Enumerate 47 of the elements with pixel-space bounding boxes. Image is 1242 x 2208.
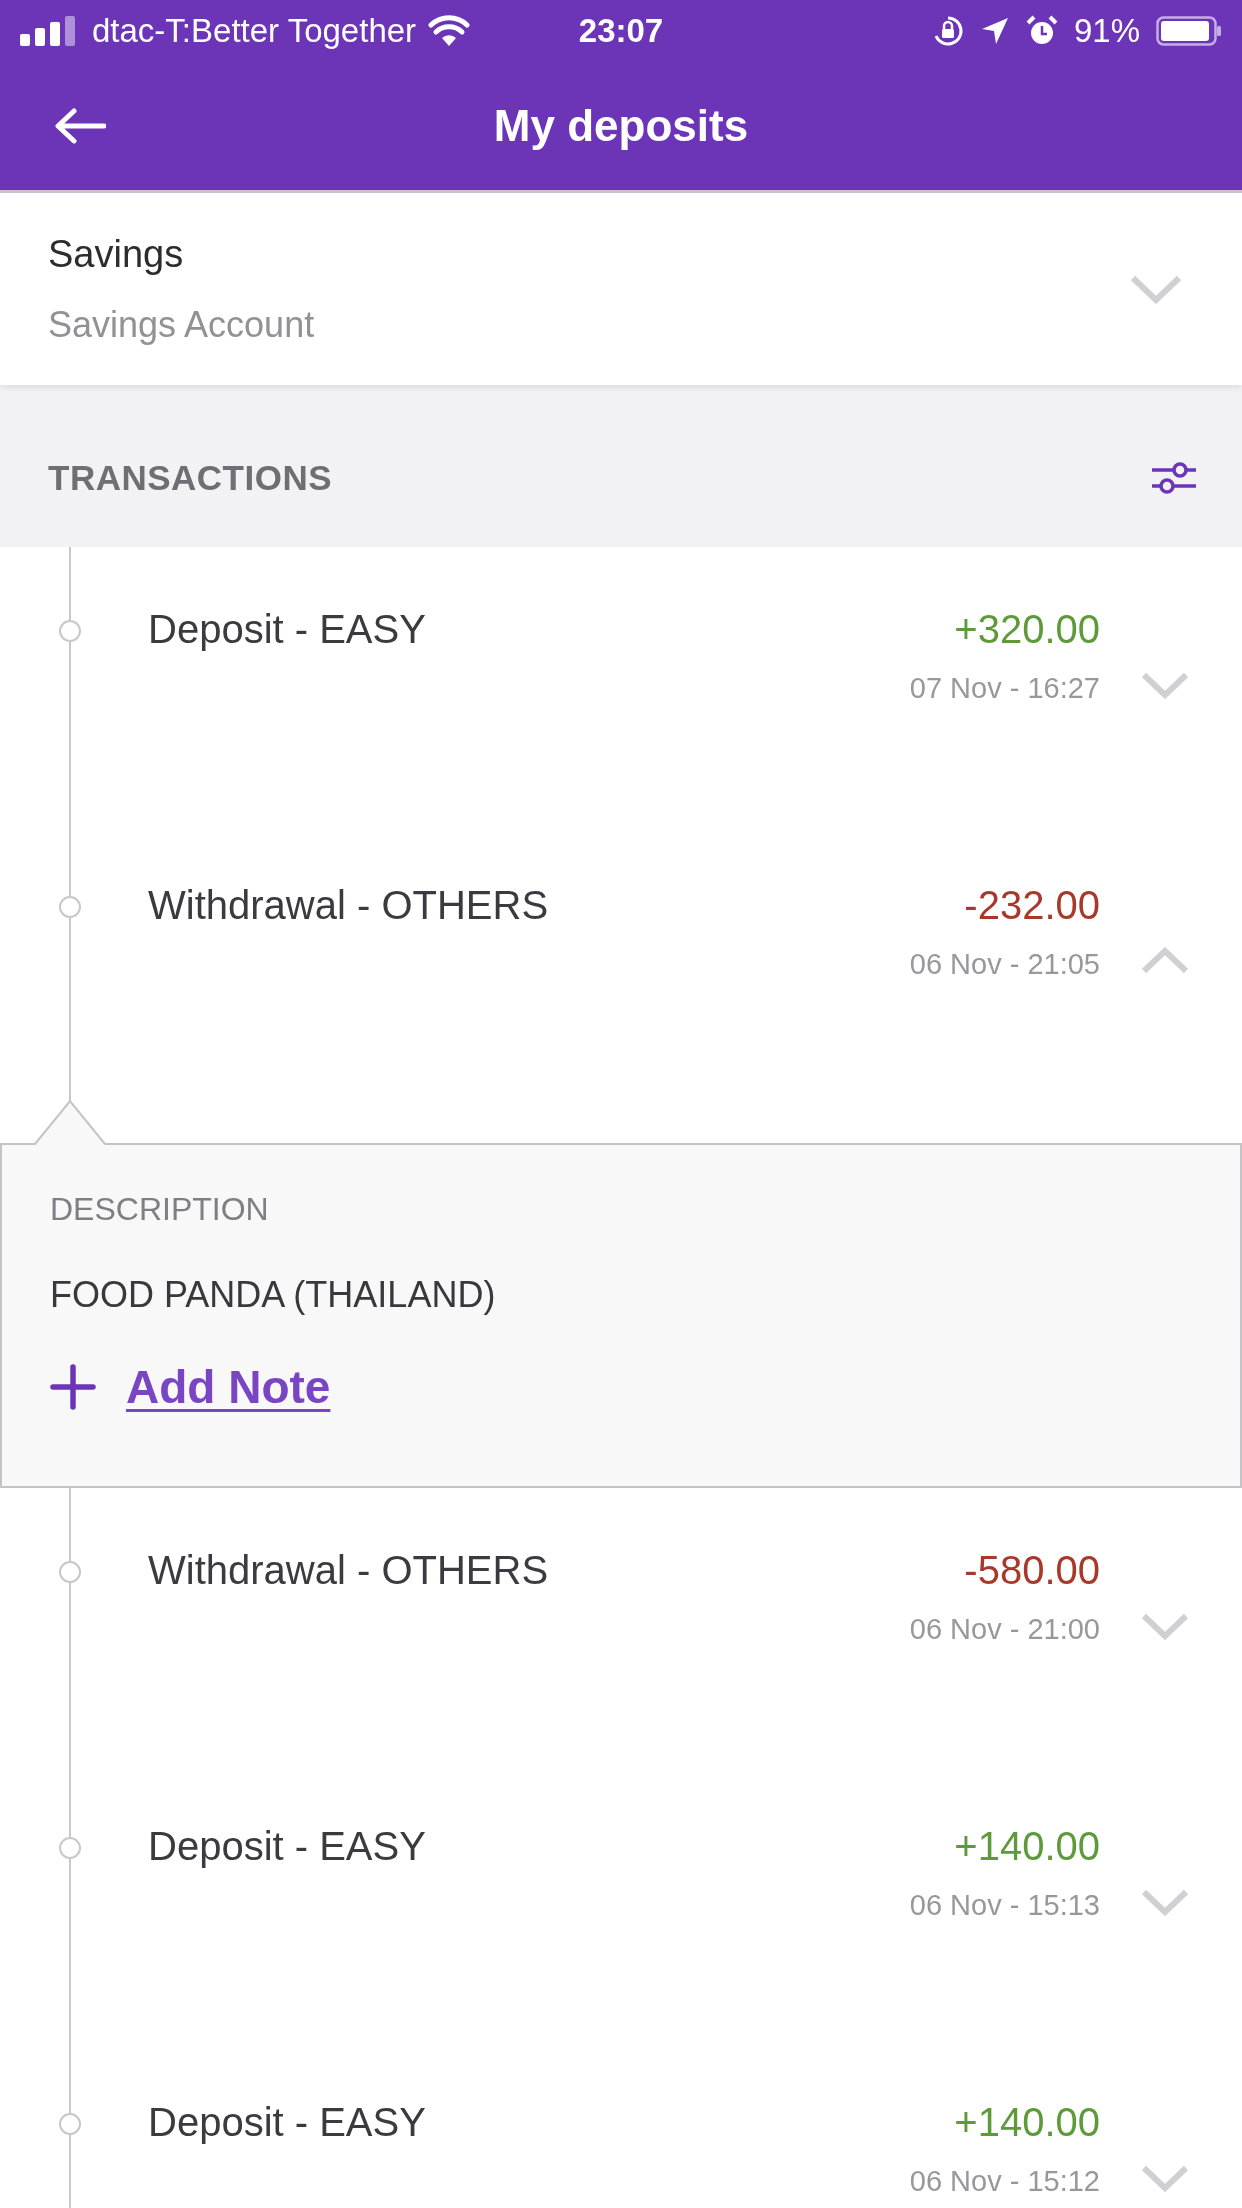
- back-arrow-icon: [54, 108, 106, 144]
- transaction-row[interactable]: Deposit - EASY +320.00 07 Nov - 16:27: [0, 547, 1242, 823]
- chevron-down-icon[interactable]: [1141, 1612, 1189, 1640]
- chevron-down-icon[interactable]: [1141, 1888, 1189, 1916]
- transaction-title: Deposit - EASY: [148, 607, 427, 652]
- transaction-date: 07 Nov - 16:27: [909, 672, 1100, 705]
- transaction-amount: +320.00: [954, 607, 1100, 652]
- transaction-amount: +140.00: [954, 1824, 1100, 1869]
- transaction-amount: -232.00: [964, 883, 1100, 928]
- transaction-amount: +140.00: [954, 2100, 1100, 2145]
- account-selector[interactable]: Savings Savings Account: [0, 193, 1242, 385]
- battery-percent: 91%: [1073, 12, 1140, 50]
- details-value: FOOD PANDA (THAILAND): [50, 1274, 496, 1316]
- transaction-date: 06 Nov - 15:13: [909, 1889, 1100, 1922]
- timeline-dot: [59, 1561, 81, 1583]
- plus-icon: [50, 1364, 96, 1410]
- transaction-amount: -580.00: [964, 1548, 1100, 1593]
- section-title: TRANSACTIONS: [48, 458, 333, 498]
- timeline-dot: [59, 1837, 81, 1859]
- chevron-down-icon[interactable]: [1141, 2164, 1189, 2192]
- transaction-date: 06 Nov - 21:00: [909, 1613, 1100, 1646]
- account-type: Savings Account: [48, 303, 315, 346]
- transaction-date: 06 Nov - 15:12: [909, 2165, 1100, 2198]
- clock-time: 23:07: [578, 12, 664, 50]
- transaction-title: Withdrawal - OTHERS: [148, 883, 550, 928]
- filter-sliders-icon[interactable]: [1150, 461, 1198, 495]
- transaction-row[interactable]: Deposit - EASY +140.00 06 Nov - 15:12: [0, 2040, 1242, 2208]
- alarm-clock-icon: [1025, 15, 1058, 47]
- transaction-row[interactable]: Deposit - EASY +140.00 06 Nov - 15:13: [0, 1764, 1242, 2040]
- transaction-title: Withdrawal - OTHERS: [148, 1548, 550, 1593]
- account-name: Savings: [48, 232, 185, 276]
- add-note-link[interactable]: Add Note: [126, 1360, 331, 1414]
- transaction-date: 06 Nov - 21:05: [909, 948, 1100, 981]
- transaction-row[interactable]: Withdrawal - OTHERS -232.00 06 Nov - 21:05: [0, 823, 1242, 1099]
- chevron-up-icon[interactable]: [1141, 947, 1189, 975]
- transaction-row[interactable]: Withdrawal - OTHERS -580.00 06 Nov - 21:00: [0, 1488, 1242, 1764]
- carrier-name: dtac-T:Better Together: [92, 12, 417, 50]
- battery-icon: [1156, 16, 1222, 46]
- timeline-dot: [59, 896, 81, 918]
- page-title: My deposits: [493, 101, 749, 151]
- details-label: DESCRIPTION: [50, 1191, 269, 1228]
- transaction-title: Deposit - EASY: [148, 2100, 427, 2145]
- chevron-down-icon[interactable]: [1141, 671, 1189, 699]
- wifi-icon: [428, 15, 471, 47]
- timeline-dot: [59, 620, 81, 642]
- transaction-title: Deposit - EASY: [148, 1824, 427, 1869]
- timeline-dot: [59, 2113, 81, 2135]
